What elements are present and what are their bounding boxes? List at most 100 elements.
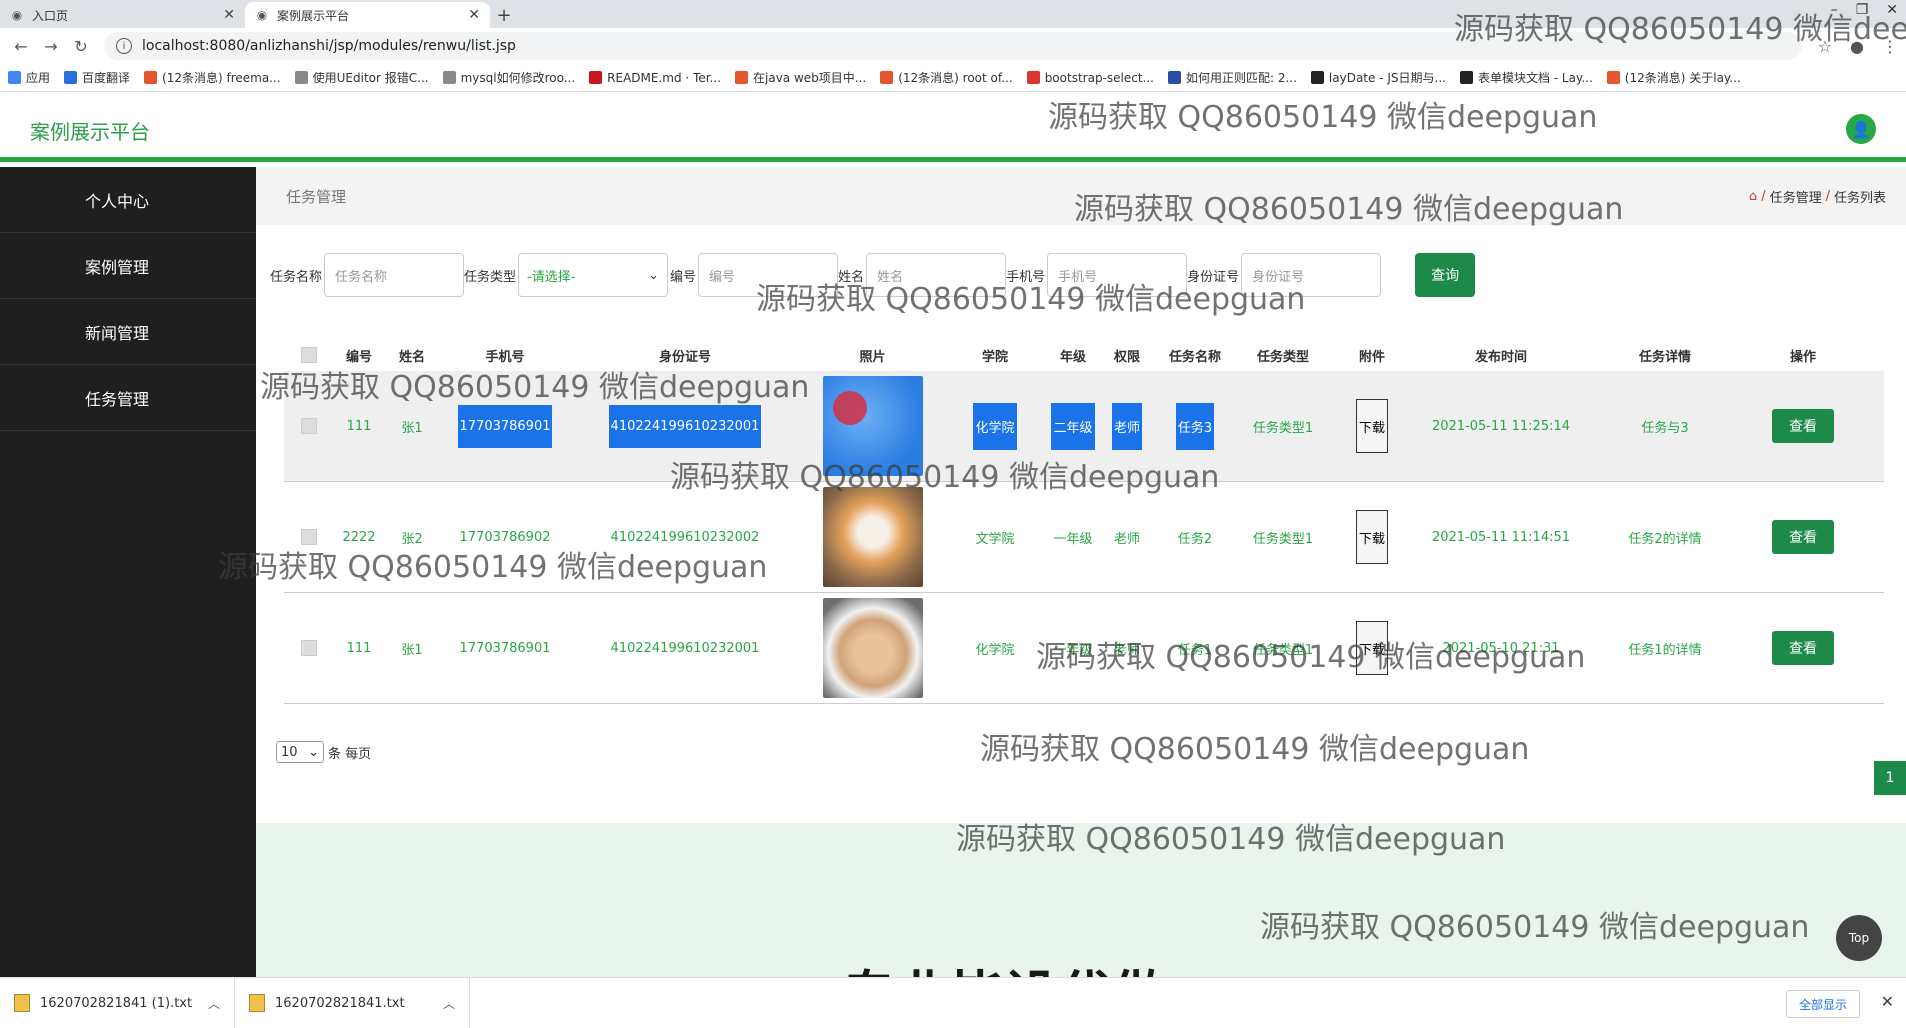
close-icon[interactable]: ✕	[223, 7, 235, 23]
sidebar: 个人中心 案例管理 新闻管理 任务管理	[0, 167, 256, 977]
task-name-input[interactable]: 任务名称	[324, 253, 465, 297]
bookmark-item[interactable]: mysql如何修改roo...	[442, 69, 575, 86]
sidebar-item-cases[interactable]: 案例管理	[0, 233, 256, 299]
column-header[interactable]: 任务详情	[1587, 346, 1743, 365]
search-button[interactable]: 查询	[1415, 253, 1476, 297]
id-input[interactable]: 编号	[698, 253, 839, 297]
url-input[interactable]: i localhost:8080/anlizhanshi/jsp/modules…	[104, 32, 1802, 60]
column-header[interactable]: 任务类型	[1237, 346, 1329, 365]
row-checkbox[interactable]	[301, 640, 317, 656]
reload-icon[interactable]: ↻	[68, 33, 94, 59]
row-checkbox[interactable]	[301, 418, 317, 434]
cell-id: 2222	[342, 529, 376, 545]
bookmark-apps[interactable]: 应用	[8, 69, 50, 86]
table-row[interactable]: 111 张1 17703786901 410224199610232001 化学…	[284, 371, 1884, 482]
app-header: 案例展示平台 👤	[0, 92, 1906, 162]
task-type-select[interactable]: -请选择- ⌄	[518, 253, 669, 297]
column-header[interactable]: 任务名称	[1153, 346, 1237, 365]
page-size-select[interactable]: 10 ⌄	[276, 741, 324, 763]
back-to-top-button[interactable]: Top	[1836, 915, 1882, 961]
id-label: 编号	[670, 269, 697, 285]
column-header[interactable]: 编号	[334, 346, 384, 365]
column-header[interactable]: 年级	[1045, 346, 1101, 365]
search-form: 任务名称 任务名称 任务类型 -请选择- ⌄ 编号 编号 姓名 姓名 手机号 手…	[270, 253, 1476, 297]
page-number-button[interactable]: 1	[1874, 761, 1906, 795]
sidebar-item-tasks[interactable]: 任务管理	[0, 365, 256, 431]
window-controls: – ❐ ✕	[1831, 2, 1898, 18]
idcard-input[interactable]: 身份证号	[1241, 253, 1382, 297]
bookmark-icon	[442, 71, 456, 84]
column-header[interactable]: 附件	[1329, 346, 1415, 365]
close-icon[interactable]: ✕	[468, 7, 480, 23]
user-icon[interactable]: 👤	[1846, 114, 1876, 144]
bookmark-item[interactable]: (12条消息) root of...	[880, 69, 1013, 86]
column-header[interactable]: 身份证号	[570, 346, 800, 365]
column-header[interactable]: 手机号	[440, 346, 570, 365]
bookmark-item[interactable]: 百度翻译	[64, 69, 130, 86]
maximize-icon[interactable]: ❐	[1856, 2, 1869, 18]
task-type-label: 任务类型	[464, 269, 517, 285]
bookmark-item[interactable]: bootstrap-select...	[1026, 71, 1154, 85]
star-icon[interactable]: ☆	[1818, 37, 1832, 56]
minimize-icon[interactable]: –	[1831, 2, 1838, 18]
column-header[interactable]: 权限	[1101, 346, 1153, 365]
cell-perm: 老师	[1113, 531, 1140, 547]
select-all-checkbox[interactable]	[301, 347, 317, 363]
chevron-up-icon[interactable]: ︿	[443, 995, 455, 1012]
column-header[interactable]: 姓名	[384, 346, 440, 365]
profile-icon[interactable]: ●	[1850, 37, 1864, 56]
column-header[interactable]: 照片	[800, 346, 945, 365]
back-icon[interactable]: ←	[8, 33, 34, 59]
sidebar-item-profile[interactable]: 个人中心	[0, 167, 256, 233]
download-item[interactable]: 1620702821841 (1).txt ︿	[0, 977, 235, 1028]
view-button[interactable]: 查看	[1772, 631, 1834, 665]
bookmark-item[interactable]: 如何用正则匹配: 2...	[1167, 69, 1297, 86]
browser-tabstrip: ◉ 入口页 ✕ ◉ 案例展示平台 ✕ + – ❐ ✕	[0, 0, 1906, 28]
csdn-icon	[144, 71, 158, 84]
cell-college: 化学院	[975, 642, 1015, 658]
column-header[interactable]: 学院	[945, 346, 1045, 365]
brand-title[interactable]: 案例展示平台	[30, 116, 150, 145]
bookmark-item[interactable]: (12条消息) freema...	[144, 69, 281, 86]
show-all-downloads-button[interactable]: 全部显示	[1785, 990, 1860, 1018]
column-header[interactable]: 发布时间	[1415, 346, 1587, 365]
file-icon	[14, 994, 30, 1012]
view-button[interactable]: 查看	[1772, 409, 1834, 443]
layui-icon	[1310, 71, 1324, 84]
cell-college: 化学院	[973, 402, 1017, 450]
close-window-icon[interactable]: ✕	[1886, 2, 1898, 18]
menu-icon[interactable]: ⋮	[1882, 37, 1898, 56]
bookmark-item[interactable]: layDate - JS日期与...	[1310, 69, 1446, 86]
download-button[interactable]: 下载	[1356, 399, 1388, 453]
row-checkbox[interactable]	[301, 529, 317, 545]
home-icon[interactable]: ⌂	[1749, 189, 1757, 204]
bookmark-item[interactable]: (12条消息) 关于lay...	[1606, 69, 1741, 86]
tab-label: 入口页	[32, 8, 69, 23]
close-icon[interactable]: ✕	[1881, 992, 1894, 1011]
photo-image	[822, 487, 923, 587]
bookmark-item[interactable]: 使用UEditor 报错C...	[294, 69, 429, 86]
globe-icon: ◉	[11, 8, 23, 22]
phone-input[interactable]: 手机号	[1047, 253, 1188, 297]
new-tab-button[interactable]: +	[490, 2, 518, 28]
breadcrumb-item[interactable]: 任务管理	[1770, 187, 1822, 206]
bookmark-item[interactable]: 在java web项目中...	[735, 69, 866, 86]
download-item[interactable]: 1620702821841.txt ︿	[235, 977, 470, 1028]
view-button[interactable]: 查看	[1772, 520, 1834, 554]
cell-detail: 任务2的详情	[1628, 531, 1702, 547]
browser-tab-1[interactable]: ◉ 入口页 ✕	[0, 2, 245, 28]
table-row[interactable]: 111 张1 17703786901 410224199610232001 化学…	[284, 593, 1884, 704]
chevron-up-icon[interactable]: ︿	[208, 995, 220, 1012]
info-icon[interactable]: i	[116, 38, 132, 54]
name-label: 姓名	[838, 269, 865, 285]
download-button[interactable]: 下载	[1356, 621, 1388, 675]
chevron-down-icon: ⌄	[648, 267, 660, 283]
download-button[interactable]: 下载	[1356, 510, 1388, 564]
forward-icon[interactable]: →	[38, 33, 64, 59]
bookmark-item[interactable]: 表单模块文档 - Lay...	[1459, 69, 1593, 86]
bookmark-item[interactable]: README.md · Ter...	[589, 71, 721, 85]
sidebar-item-news[interactable]: 新闻管理	[0, 299, 256, 365]
table-row[interactable]: 2222 张2 17703786902 410224199610232002 文…	[284, 482, 1884, 593]
browser-tab-2[interactable]: ◉ 案例展示平台 ✕	[245, 2, 490, 28]
name-input[interactable]: 姓名	[866, 253, 1007, 297]
